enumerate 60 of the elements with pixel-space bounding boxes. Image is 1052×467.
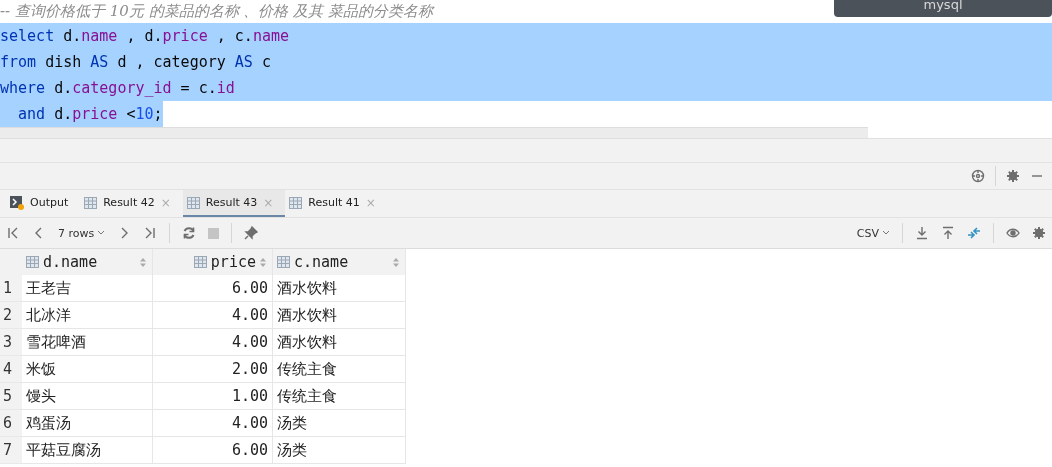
column-icon	[193, 256, 207, 268]
row-number: 3	[0, 329, 22, 356]
row-number: 7	[0, 437, 22, 464]
chevron-down-icon	[97, 230, 106, 236]
row-number: 2	[0, 302, 22, 329]
tooltip: mysql	[834, 0, 1052, 17]
table-cell: 雪花啤酒	[22, 329, 153, 356]
column-icon	[26, 256, 39, 268]
row-number: 1	[0, 275, 22, 302]
table-cell: 王老吉	[22, 275, 153, 302]
table-cell: 米饭	[22, 356, 153, 383]
result-tab[interactable]: Result 41 ×	[285, 190, 388, 217]
table-cell: 鸡蛋汤	[22, 410, 153, 437]
result-tab[interactable]: Output	[6, 190, 81, 217]
table-cell: 1.00	[153, 383, 273, 410]
compare-arrows-icon[interactable]	[967, 226, 981, 240]
table-cell: 传统主食	[273, 356, 406, 383]
table-cell: 酒水饮料	[273, 275, 406, 302]
result-tab[interactable]: Result 42 ×	[80, 190, 183, 217]
column-icon	[277, 256, 290, 268]
format-dropdown[interactable]: CSV	[856, 226, 890, 240]
table-cell: 6.00	[153, 437, 273, 464]
table-cell: 6.00	[153, 275, 273, 302]
pin-icon[interactable]	[244, 226, 259, 240]
table-cell: 北冰洋	[22, 302, 153, 329]
table-icon	[186, 196, 200, 209]
download-icon[interactable]	[915, 226, 929, 240]
horizontal-scrollbar[interactable]	[0, 127, 868, 138]
table-cell: 4.00	[153, 302, 273, 329]
sql-comment: -- 查询价格低于 10元 的菜品的名称 、价格 及其 菜品的分类名称	[0, 1, 433, 22]
table-icon	[84, 196, 98, 209]
console-icon	[10, 195, 24, 210]
table-cell: 4.00	[153, 329, 273, 356]
rows-dropdown[interactable]: 7 rows	[58, 226, 106, 240]
table-icon	[289, 196, 303, 209]
table-settings-icon[interactable]	[1032, 226, 1046, 240]
table-cell: 4.00	[153, 410, 273, 437]
table-cell: 酒水饮料	[273, 329, 406, 356]
column-header[interactable]: price	[153, 249, 273, 275]
column-header[interactable]: d.name	[22, 249, 153, 275]
refresh-icon[interactable]	[182, 226, 197, 240]
table-cell: 汤类	[273, 410, 406, 437]
table-cell: 传统主食	[273, 383, 406, 410]
eye-icon[interactable]	[1006, 226, 1020, 240]
upload-icon[interactable]	[941, 226, 955, 240]
row-number: 6	[0, 410, 22, 437]
table-cell: 酒水饮料	[273, 302, 406, 329]
first-page-icon[interactable]	[6, 226, 20, 240]
result-tab[interactable]: Result 43 ×	[182, 190, 286, 217]
row-number: 4	[0, 356, 22, 383]
table-cell: 汤类	[273, 437, 406, 464]
settings-icon[interactable]	[1006, 169, 1020, 183]
table-cell: 平菇豆腐汤	[22, 437, 153, 464]
table-cell: 2.00	[153, 356, 273, 383]
column-header[interactable]: c.name	[273, 249, 406, 275]
chevron-down-icon	[882, 230, 890, 236]
target-icon[interactable]	[971, 169, 985, 183]
last-page-icon[interactable]	[143, 226, 158, 240]
table-cell: 馒头	[22, 383, 153, 410]
row-number: 5	[0, 383, 22, 410]
